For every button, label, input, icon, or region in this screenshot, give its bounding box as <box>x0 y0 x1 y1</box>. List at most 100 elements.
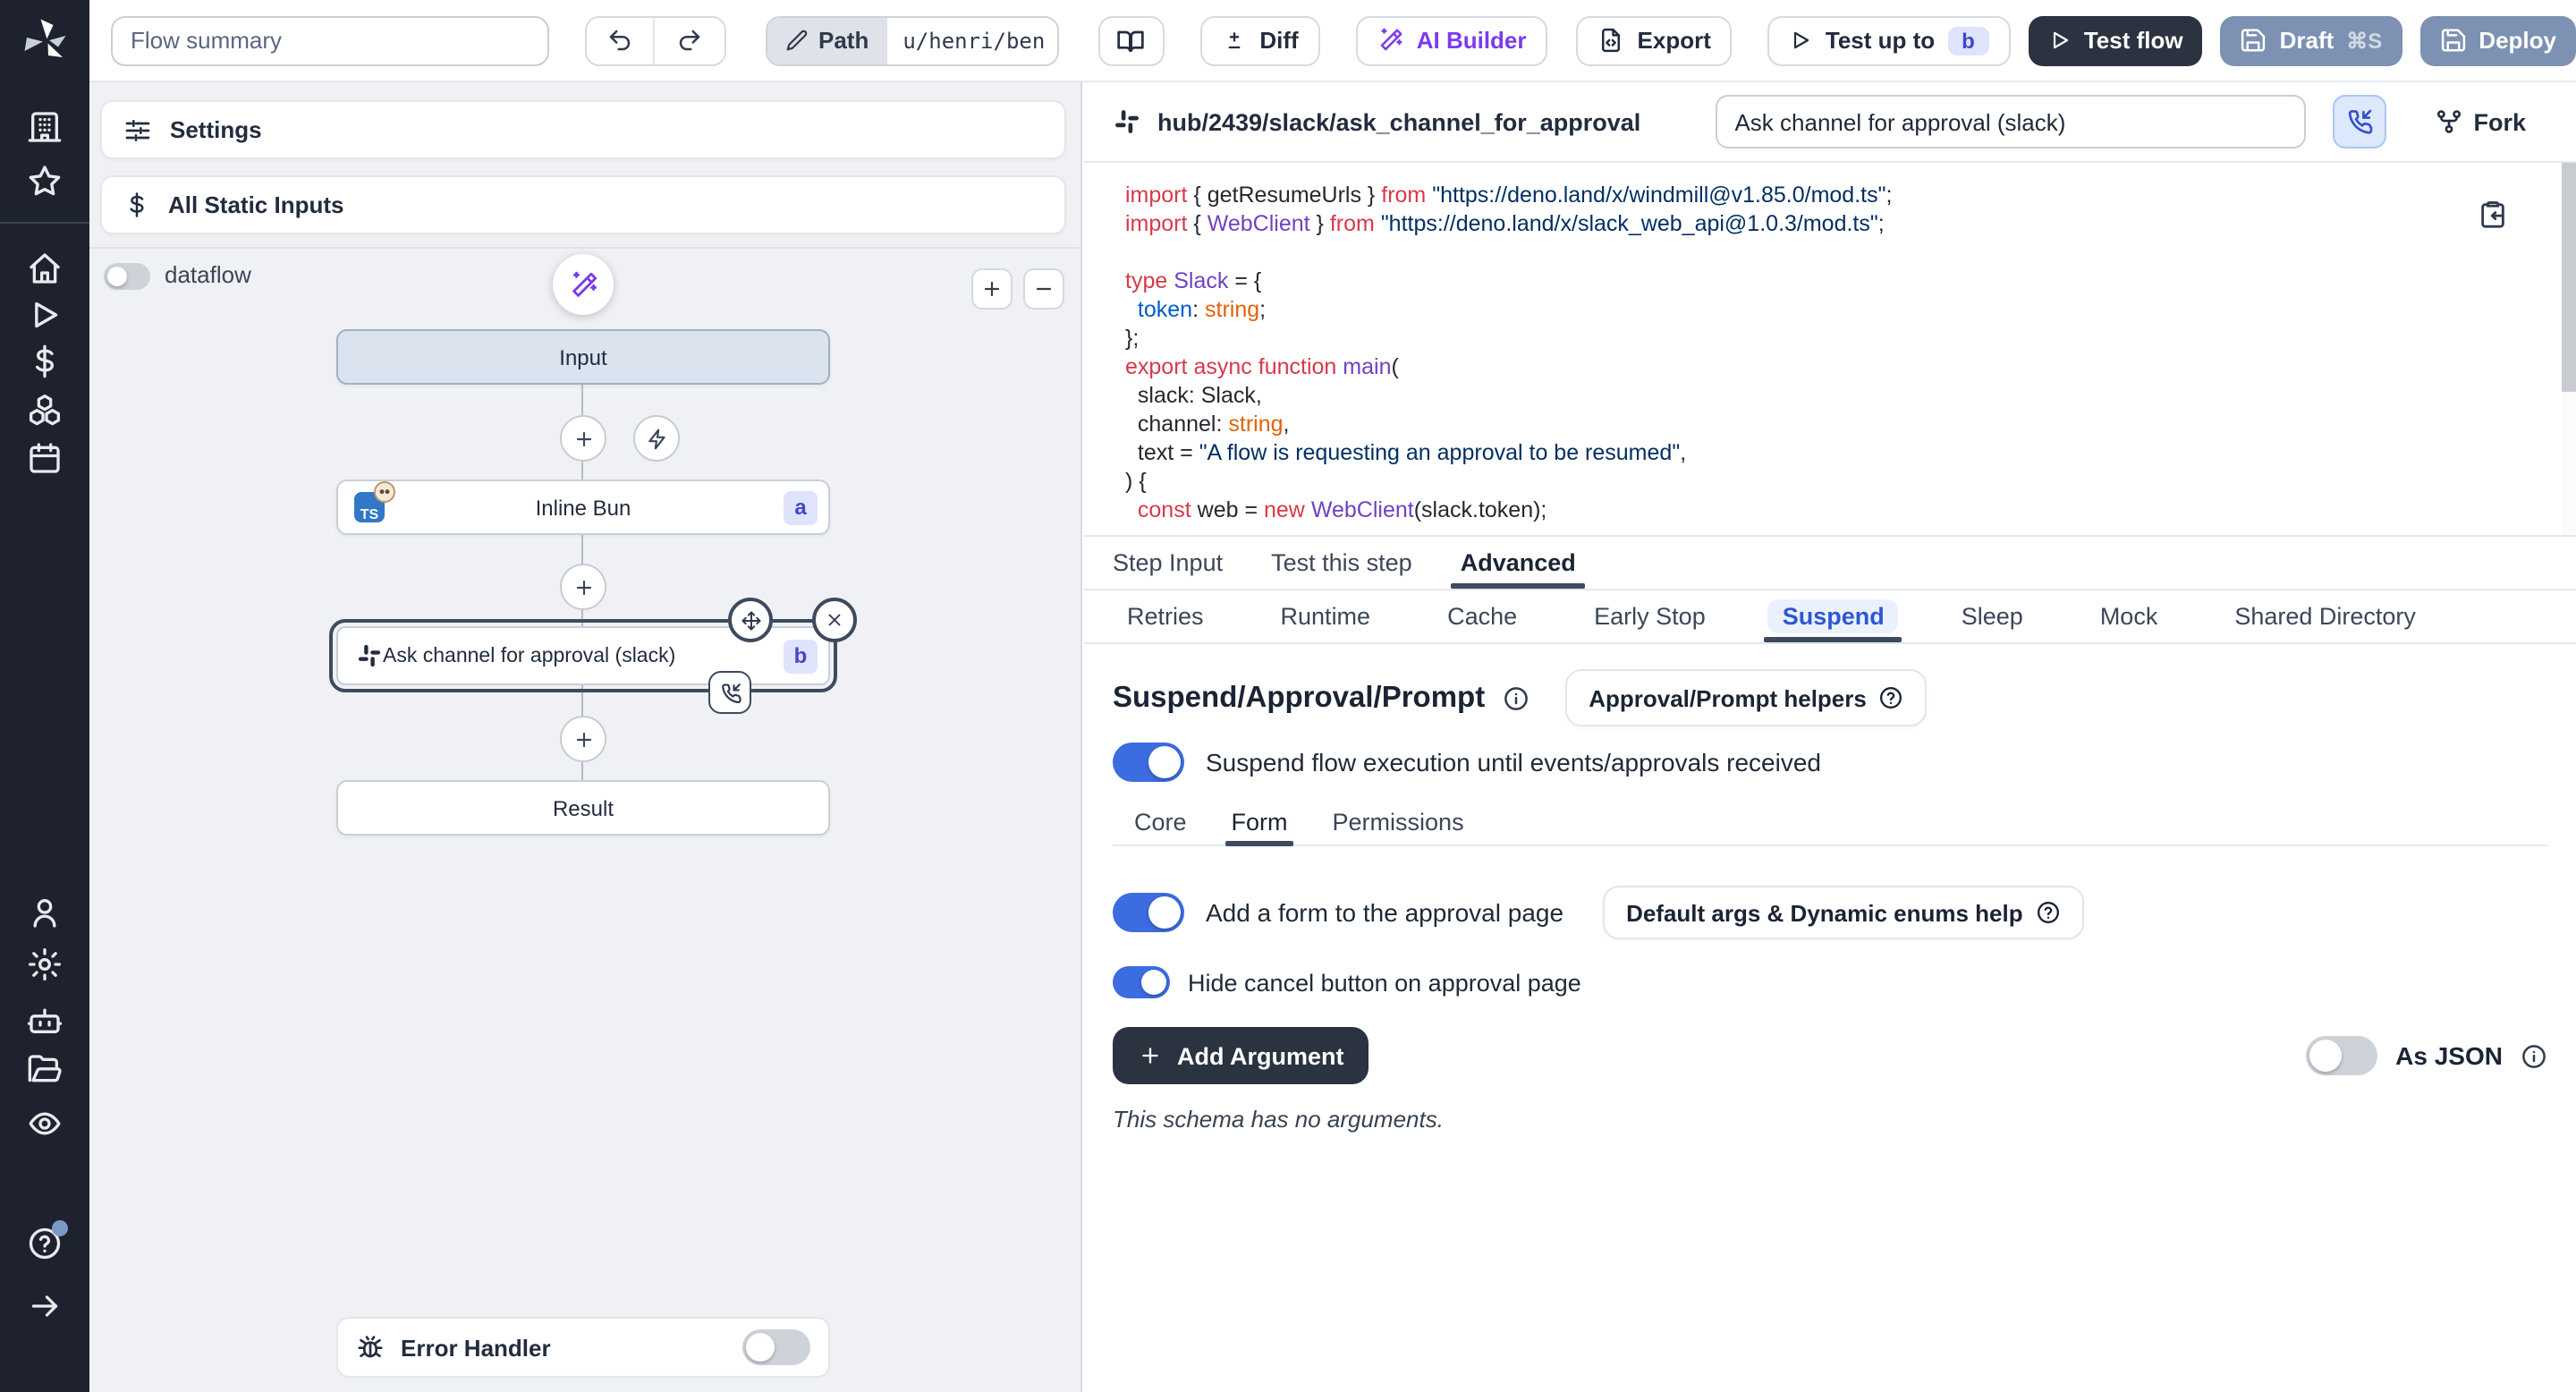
default-args-help-button[interactable]: Default args & Dynamic enums help <box>1603 886 2084 939</box>
sidebar-item-settings[interactable] <box>27 946 63 982</box>
tab-mock[interactable]: Mock <box>2086 590 2173 642</box>
dataflow-toggle[interactable] <box>104 263 150 290</box>
hide-cancel-toggle[interactable] <box>1113 966 1170 998</box>
insert-trigger-button[interactable] <box>633 415 680 462</box>
git-fork-icon <box>2434 107 2462 136</box>
calendar-icon <box>27 440 63 476</box>
sidebar-item-variables[interactable] <box>27 344 63 379</box>
sidebar-item-workers[interactable] <box>27 1002 63 1038</box>
wand-sparkles-icon <box>568 269 598 300</box>
redo-button[interactable] <box>655 17 724 64</box>
tab-runtime[interactable]: Runtime <box>1267 590 1385 642</box>
zoom-in-button[interactable] <box>971 268 1013 310</box>
tab-permissions[interactable]: Permissions <box>1333 800 1464 845</box>
error-handler-toggle[interactable] <box>742 1329 810 1365</box>
tab-advanced[interactable]: Advanced <box>1461 537 1576 589</box>
as-json-toggle[interactable] <box>2306 1036 2377 1075</box>
plus-icon <box>980 277 1004 301</box>
suspend-approval-toggle-button[interactable] <box>2332 95 2385 149</box>
sidebar <box>0 0 89 1392</box>
suspend-heading: Suspend/Approval/Prompt <box>1113 681 1485 715</box>
play-icon <box>27 297 63 333</box>
sidebar-item-workspace[interactable] <box>27 109 63 145</box>
step-editor-panel: hub/2439/slack/ask_channel_for_approval … <box>1084 82 2576 1392</box>
insert-step-button[interactable] <box>560 415 606 462</box>
tab-step-input[interactable]: Step Input <box>1113 537 1223 589</box>
tab-early-stop[interactable]: Early Stop <box>1580 590 1720 642</box>
test-flow-button[interactable]: Test flow <box>2029 15 2203 65</box>
deploy-button[interactable]: Deploy <box>2419 15 2576 65</box>
flow-node-input[interactable]: Input <box>336 329 830 385</box>
tab-sleep[interactable]: Sleep <box>1947 590 2038 642</box>
gear-icon <box>27 946 63 982</box>
export-button[interactable]: Export <box>1577 15 1733 65</box>
tab-cache[interactable]: Cache <box>1433 590 1531 642</box>
graph-divider <box>89 247 1080 249</box>
hub-script-path[interactable]: hub/2439/slack/ask_channel_for_approval <box>1157 108 1640 135</box>
copy-to-clipboard-icon[interactable] <box>2478 199 2508 229</box>
insert-step-button[interactable] <box>560 716 606 762</box>
bot-icon <box>27 1002 63 1038</box>
add-argument-button[interactable]: Add Argument <box>1113 1027 1369 1084</box>
zap-icon <box>645 427 668 450</box>
sidebar-item-schedules[interactable] <box>27 440 63 476</box>
windmill-logo[interactable] <box>18 14 72 68</box>
delete-step-button[interactable] <box>812 598 857 642</box>
suspend-flow-toggle[interactable] <box>1113 743 1184 782</box>
approval-prompt-helpers-button[interactable]: Approval/Prompt helpers <box>1565 669 1928 726</box>
ai-flow-button[interactable] <box>553 254 614 315</box>
insert-step-button[interactable] <box>560 564 606 610</box>
dollar-icon <box>123 191 150 218</box>
flow-node-result[interactable]: Result <box>336 780 830 836</box>
tab-shared-directory[interactable]: Shared Directory <box>2220 590 2430 642</box>
sidebar-expand-button[interactable] <box>27 1288 63 1324</box>
all-static-inputs-button[interactable]: All Static Inputs <box>100 175 1066 234</box>
undo-button[interactable] <box>586 17 655 64</box>
path-button[interactable]: Path u/henri/ben <box>765 15 1058 65</box>
add-form-toggle[interactable] <box>1113 893 1184 932</box>
phone-incoming-icon <box>2344 107 2373 136</box>
step-title-input[interactable] <box>1715 95 2305 149</box>
tab-retries[interactable]: Retries <box>1113 590 1218 642</box>
sidebar-item-folders[interactable] <box>27 1052 63 1088</box>
sidebar-item-users[interactable] <box>27 895 63 930</box>
fork-button[interactable]: Fork <box>2434 107 2526 136</box>
star-icon <box>27 163 63 199</box>
draft-button[interactable]: Draft ⌘S <box>2221 15 2402 65</box>
zoom-out-button[interactable] <box>1023 268 1064 310</box>
flow-node-approval-label: Ask channel for approval (slack) <box>383 645 675 666</box>
advanced-tabs: Retries Runtime Cache Early Stop Suspend… <box>1084 590 2576 644</box>
diff-icon <box>1222 28 1247 53</box>
empty-schema-text: This schema has no arguments. <box>1113 1106 2547 1133</box>
tab-core[interactable]: Core <box>1134 800 1187 845</box>
docs-button[interactable] <box>1097 15 1165 65</box>
folder-open-icon <box>27 1052 63 1088</box>
code-scrollbar-thumb[interactable] <box>2562 163 2576 392</box>
ai-builder-button[interactable]: AI Builder <box>1356 15 1548 65</box>
save-icon <box>2439 27 2466 54</box>
flow-node-approval-selected[interactable]: Ask channel for approval (slack) b <box>329 619 837 692</box>
sidebar-item-audit-logs[interactable] <box>27 1106 63 1142</box>
tab-suspend[interactable]: Suspend <box>1768 590 1899 642</box>
move-step-button[interactable] <box>728 598 773 642</box>
flow-settings-button[interactable]: Settings <box>100 100 1066 159</box>
test-up-to-button[interactable]: Test up to b <box>1768 15 2011 65</box>
tab-form[interactable]: Form <box>1232 800 1288 845</box>
dollar-icon <box>27 344 63 379</box>
sliders-icon <box>123 115 152 144</box>
flow-summary-input[interactable] <box>111 15 548 65</box>
close-icon <box>825 610 844 630</box>
sidebar-divider <box>0 222 89 224</box>
flow-node-inline-bun[interactable]: TS Inline Bun a <box>336 480 830 535</box>
error-handler-row[interactable]: Error Handler <box>336 1317 830 1378</box>
move-icon <box>740 609 761 631</box>
tab-test-this-step[interactable]: Test this step <box>1271 537 1412 589</box>
plus-icon <box>572 575 595 598</box>
sidebar-item-favorites[interactable] <box>27 163 63 199</box>
sidebar-item-runs[interactable] <box>27 297 63 333</box>
diff-button[interactable]: Diff <box>1200 15 1319 65</box>
sidebar-item-resources[interactable] <box>27 392 63 428</box>
code-editor[interactable]: import { getResumeUrls } from "https://d… <box>1084 163 2576 537</box>
sidebar-item-help[interactable] <box>27 1226 63 1261</box>
sidebar-item-home[interactable] <box>27 250 63 286</box>
